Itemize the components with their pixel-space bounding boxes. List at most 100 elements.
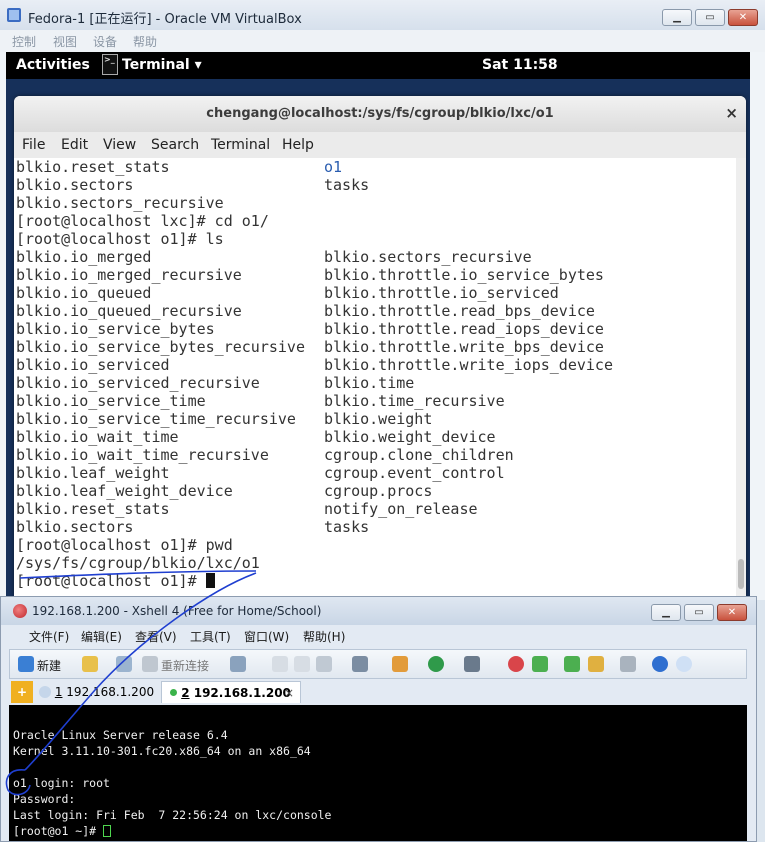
terminal-line: blkio.leaf_weight cgroup.event_control (16, 464, 505, 482)
minimize-button[interactable]: ▁ (662, 9, 692, 26)
copy-icon[interactable] (272, 656, 288, 672)
tab-close-icon[interactable]: × (284, 682, 294, 704)
xshell-line: Password: (13, 791, 75, 807)
tunnel-icon[interactable] (532, 656, 548, 672)
xshell-line-text: o1 login: root (13, 776, 110, 790)
menu-view[interactable]: 视图 (53, 33, 77, 50)
find-icon[interactable] (316, 656, 332, 672)
terminal-line-col1: [root@localhost o1]# pwd (16, 536, 233, 554)
activities-button[interactable]: Activities (16, 57, 90, 73)
restore-button[interactable]: ▭ (695, 9, 725, 26)
menu-view[interactable]: View (103, 137, 136, 153)
xshell-line-text: [root@o1 ~]# (13, 824, 104, 838)
xs-menu-help[interactable]: 帮助(H) (303, 628, 345, 645)
terminal-window: chengang@localhost:/sys/fs/cgroup/blkio/… (14, 96, 746, 597)
menu-devices[interactable]: 设备 (93, 33, 117, 50)
xshell-toolbar: 新建 重新连接 (9, 649, 747, 679)
properties-icon[interactable] (230, 656, 246, 672)
xshell-restore-button[interactable]: ▭ (684, 604, 714, 621)
terminal-line: blkio.io_wait_time_recursive cgroup.clone… (16, 446, 514, 464)
lock-icon[interactable] (588, 656, 604, 672)
reconnect-icon[interactable] (142, 656, 158, 672)
terminal-line-col2: blkio.throttle.io_serviced (324, 284, 559, 302)
new-session-button[interactable]: 新建 (37, 657, 61, 674)
menu-edit[interactable]: Edit (61, 137, 88, 153)
xftp-icon[interactable] (508, 656, 524, 672)
terminal-close-icon[interactable]: × (725, 104, 738, 122)
terminal-line-col1: blkio.io_wait_time (16, 428, 179, 446)
xs-menu-tools[interactable]: 工具(T) (190, 628, 231, 645)
xshell-line-text: Kernel 3.11.10-301.fc20.x86_64 on an x86… (13, 744, 311, 758)
xshell-titlebar[interactable]: 192.168.1.200 - Xshell 4 (Free for Home/… (1, 597, 756, 625)
xshell-line: Last login: Fri Feb 7 22:56:24 on lxc/co… (13, 807, 332, 823)
globe-icon[interactable] (428, 656, 444, 672)
terminal-line-col2: blkio.time (324, 374, 415, 392)
help-icon[interactable] (652, 656, 668, 672)
add-tab-button[interactable]: + (11, 681, 33, 703)
xshell-line: o1 login: root (13, 775, 110, 791)
menu-terminal[interactable]: Terminal (211, 137, 270, 153)
xshell-line-text: Oracle Linux Server release 6.4 (13, 728, 228, 742)
virtualbox-menubar: 控制 视图 设备 帮助 (0, 30, 765, 52)
terminal-line-col2: blkio.throttle.write_iops_device (324, 356, 613, 374)
xshell-close-button[interactable]: ✕ (717, 604, 747, 621)
terminal-line-col2: blkio.sectors_recursive (324, 248, 532, 266)
new-session-icon[interactable] (18, 656, 34, 672)
xs-menu-view[interactable]: 查看(V) (135, 628, 177, 645)
xs-menu-edit[interactable]: 编辑(E) (81, 628, 122, 645)
terminal-cursor (205, 573, 215, 588)
clock[interactable]: Sat 11:58 (482, 57, 558, 73)
print-icon[interactable] (352, 656, 368, 672)
terminal-line: /sys/fs/cgroup/blkio/lxc/o1 (16, 554, 260, 572)
terminal-output[interactable]: blkio.reset_stats o1 blkio.sectors tasks blk… (14, 158, 736, 597)
terminal-line-col1: blkio.io_serviced (16, 356, 170, 374)
paste-icon[interactable] (294, 656, 310, 672)
menu-file[interactable]: File (22, 137, 45, 153)
tab-number: 2 (181, 686, 190, 700)
xshell-terminal[interactable]: Oracle Linux Server release 6.4 Kernel 3.… (9, 705, 747, 841)
keyboard-icon[interactable] (620, 656, 636, 672)
terminal-line-col2: blkio.throttle.write_bps_device (324, 338, 604, 356)
terminal-line-col2: cgroup.event_control (324, 464, 505, 482)
xshell-line: Kernel 3.11.10-301.fc20.x86_64 on an x86… (13, 743, 311, 759)
xs-menu-file[interactable]: 文件(F) (29, 628, 69, 645)
guest-screen[interactable]: Activities >_ Terminal ▾ Sat 11:58 cheng… (6, 52, 750, 597)
connect-icon[interactable] (116, 656, 132, 672)
terminal-line-col1: blkio.io_merged_recursive (16, 266, 242, 284)
transfer-icon[interactable] (392, 656, 408, 672)
terminal-line-col1: blkio.reset_stats (16, 500, 170, 518)
script-icon[interactable] (464, 656, 480, 672)
menu-help[interactable]: Help (282, 137, 314, 153)
xs-menu-window[interactable]: 窗口(W) (244, 628, 289, 645)
session-tab-1[interactable]: 1 192.168.1.200 (39, 681, 159, 703)
terminal-line-col2: notify_on_release (324, 500, 478, 518)
terminal-app-menu[interactable]: Terminal ▾ (122, 57, 202, 73)
menu-control[interactable]: 控制 (12, 33, 36, 50)
menu-help[interactable]: 帮助 (133, 33, 157, 50)
close-button[interactable]: ✕ (728, 9, 758, 26)
terminal-line-col1: blkio.io_merged (16, 248, 152, 266)
terminal-line-col2: tasks (324, 176, 370, 194)
xshell-minimize-button[interactable]: ▁ (651, 604, 681, 621)
xshell-line-text: Password: (13, 792, 76, 806)
virtualbox-window: Fedora-1 [正在运行] - Oracle VM VirtualBox ▁… (0, 0, 765, 600)
terminal-titlebar[interactable]: chengang@localhost:/sys/fs/cgroup/blkio/… (14, 96, 746, 133)
reconnect-button[interactable]: 重新连接 (161, 657, 209, 674)
terminal-line: blkio.sectors tasks (16, 176, 369, 194)
tab-number: 1 (54, 685, 63, 699)
virtualbox-titlebar[interactable]: Fedora-1 [正在运行] - Oracle VM VirtualBox ▁… (0, 0, 765, 30)
xshell-logo-icon (13, 604, 27, 618)
chat-icon[interactable] (676, 656, 692, 672)
menu-search[interactable]: Search (151, 137, 199, 153)
terminal-line: blkio.io_service_time blkio.time_recursiv… (16, 392, 505, 410)
open-folder-icon[interactable] (82, 656, 98, 672)
xshell-line: [root@o1 ~]# (13, 823, 112, 839)
scrollbar-thumb[interactable] (738, 559, 744, 589)
layout-icon[interactable] (564, 656, 580, 672)
terminal-scrollbar[interactable] (736, 158, 746, 597)
terminal-line-col1: [root@localhost lxc]# cd o1/ (16, 212, 269, 230)
session-tab-2[interactable]: 2 192.168.1.200 × (161, 681, 301, 703)
terminal-line-col2: blkio.weight_device (324, 428, 496, 446)
xshell-line: Oracle Linux Server release 6.4 (13, 727, 228, 743)
terminal-line: blkio.io_service_bytes blkio.throttle.rea… (16, 320, 604, 338)
